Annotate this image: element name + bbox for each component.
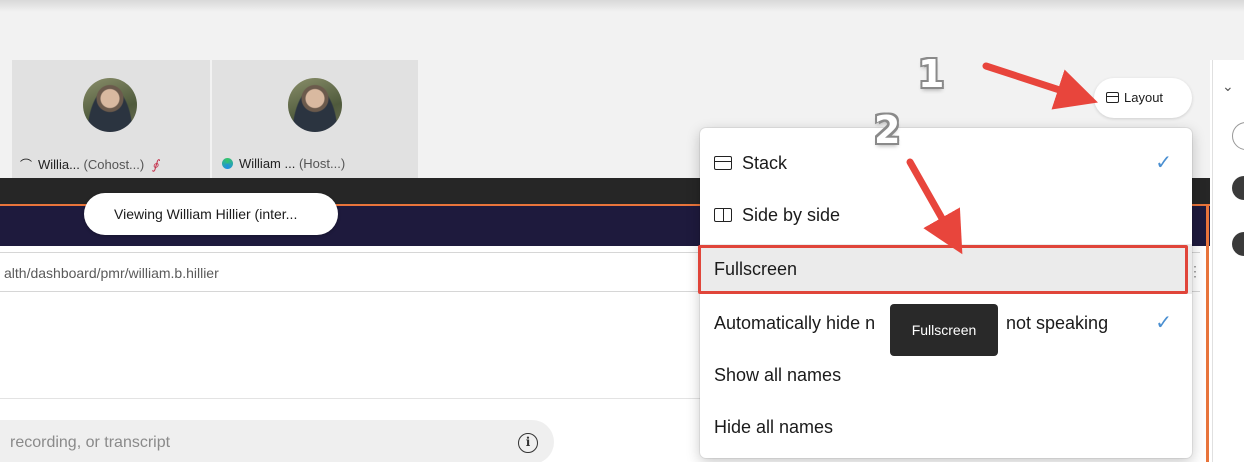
annotation-step-1: 1 — [918, 52, 945, 96]
annotation-step-2: 2 — [874, 108, 901, 152]
annotation-arrows — [906, 62, 1098, 255]
annotation-arrow-2 — [906, 158, 963, 255]
annotation-arrow-1 — [982, 62, 1098, 110]
